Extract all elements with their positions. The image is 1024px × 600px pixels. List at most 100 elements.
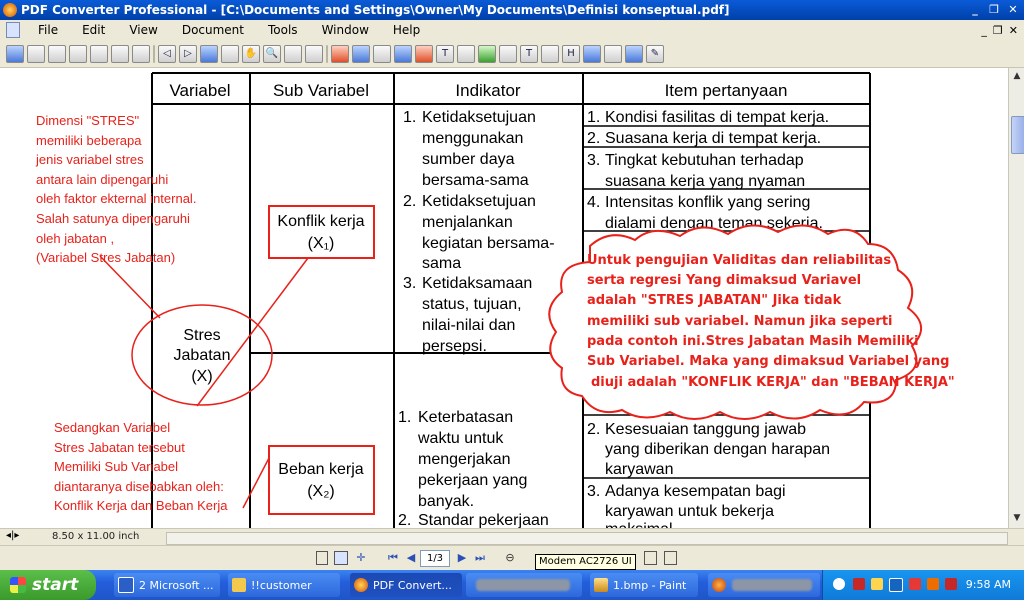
document-icon[interactable]: [6, 22, 20, 38]
window-title: PDF Converter Professional - [C:\Documen…: [21, 3, 730, 17]
scroll-down-arrow-icon[interactable]: ▼: [1011, 512, 1023, 524]
document-properties-icon[interactable]: [69, 44, 87, 63]
header-icon[interactable]: H: [562, 44, 580, 63]
security-icon[interactable]: [909, 578, 921, 590]
taskbar-item-folder[interactable]: !!customer: [228, 573, 340, 597]
menu-document[interactable]: Document: [170, 23, 256, 37]
open-folder-icon[interactable]: [27, 44, 45, 63]
tray-arrow-icon[interactable]: [833, 578, 845, 590]
menu-view[interactable]: View: [117, 23, 169, 37]
copy-icon[interactable]: [221, 44, 239, 63]
scroll-up-arrow-icon[interactable]: ▲: [1011, 70, 1023, 82]
print-icon[interactable]: [90, 44, 108, 63]
menu-tools[interactable]: Tools: [256, 23, 310, 37]
office-icon[interactable]: [927, 578, 939, 590]
menu-edit[interactable]: Edit: [70, 23, 117, 37]
antivirus-icon[interactable]: [945, 578, 957, 590]
text-select-icon[interactable]: T: [436, 44, 454, 63]
network-icon[interactable]: [853, 578, 865, 590]
highlight-icon[interactable]: [331, 44, 349, 63]
annotation-left-bottom: Sedangkan Variabel Stres Jabatan tersebu…: [54, 420, 228, 513]
item-text: maksimal: [605, 521, 673, 528]
snapshot-icon[interactable]: [305, 44, 323, 63]
variable-line-3: (X): [191, 368, 212, 385]
hand-tool-icon[interactable]: ✋: [242, 44, 260, 63]
stamp-icon[interactable]: [415, 44, 433, 63]
doc-restore-button[interactable]: ❐: [993, 24, 1003, 37]
create-pdf-icon[interactable]: [6, 44, 24, 63]
document-view[interactable]: Variabel Sub Variabel Indikator Item per…: [0, 68, 1008, 528]
signal-icon[interactable]: [871, 578, 883, 590]
first-page-icon[interactable]: ⏮: [386, 551, 400, 565]
taskbar-item-firefox[interactable]: [708, 573, 820, 597]
indikator-2-line: Ketidaksetujuan: [422, 193, 536, 210]
annotation-line: memiliki beberapa: [36, 133, 142, 148]
form-field-icon[interactable]: [394, 44, 412, 63]
indikator-group-2: 1. Keterbatasan waktu untuk mengerjakan …: [398, 409, 549, 528]
zoom-icon[interactable]: 🔍: [263, 44, 281, 63]
typewriter-icon[interactable]: [457, 44, 475, 63]
tools-icon[interactable]: [132, 44, 150, 63]
facing-pages-icon[interactable]: ✛: [354, 551, 368, 565]
doc-minimize-button[interactable]: _: [981, 24, 987, 37]
doc-close-button[interactable]: ✕: [1009, 24, 1018, 37]
item-text: Kesesuaian tanggung jawab: [605, 421, 806, 438]
zoom-out-icon[interactable]: ⊖: [503, 551, 517, 565]
pencil-icon[interactable]: ✎: [646, 44, 664, 63]
strikeout-icon[interactable]: [352, 44, 370, 63]
title-bar: PDF Converter Professional - [C:\Documen…: [0, 0, 1024, 20]
split-view-icon[interactable]: ◂|▸: [6, 530, 19, 541]
single-page-icon[interactable]: [316, 551, 328, 565]
shape-icon[interactable]: [583, 44, 601, 63]
back-arrow-icon[interactable]: ◁: [158, 44, 176, 63]
fit-width-icon[interactable]: [664, 551, 677, 565]
taskbar: start 2 Microsoft ... !!customer PDF Con…: [0, 570, 1024, 600]
crop-icon[interactable]: [373, 44, 391, 63]
taskbar-item-redacted[interactable]: [466, 573, 582, 597]
minimize-button[interactable]: _: [967, 3, 983, 17]
attach-icon[interactable]: [604, 44, 622, 63]
variable-line-2: Jabatan: [174, 347, 231, 364]
forward-arrow-icon[interactable]: ▷: [179, 44, 197, 63]
taskbar-item-word[interactable]: 2 Microsoft ...: [114, 573, 220, 597]
navigation-bar: ✛ ⏮ ◀ 1/3 ▶ ⏭ ⊖: [0, 545, 1024, 571]
note-icon[interactable]: [541, 44, 559, 63]
close-button[interactable]: ✕: [1005, 3, 1021, 17]
annotation-left-top: Dimensi "STRES" memiliki beberapa jenis …: [35, 113, 196, 265]
item-number: 4.: [587, 194, 600, 211]
item-number: 2.: [587, 130, 600, 147]
bluetooth-icon[interactable]: [889, 578, 903, 592]
start-button[interactable]: start: [0, 570, 96, 600]
taskbar-item-paint[interactable]: 1.bmp - Paint: [590, 573, 698, 597]
redacted-label: [476, 579, 570, 591]
scissors-icon[interactable]: [111, 44, 129, 63]
taskbar-item-label: PDF Convert...: [373, 578, 452, 592]
indikator-b1-line: mengerjakan: [418, 451, 511, 468]
continuous-page-icon[interactable]: [334, 551, 348, 565]
sub-variable-1-code: (X₁): [308, 235, 335, 252]
fit-page-icon[interactable]: [644, 551, 657, 565]
restore-button[interactable]: ❐: [986, 3, 1002, 17]
app-icon[interactable]: [3, 3, 17, 17]
cloud-line: Untuk pengujian Validitas dan reliabilit…: [587, 253, 891, 268]
menu-file[interactable]: File: [26, 23, 70, 37]
image-icon[interactable]: [478, 44, 496, 63]
previous-page-icon[interactable]: ◀: [404, 551, 418, 565]
vertical-scrollbar[interactable]: ▲ ▼: [1008, 68, 1024, 528]
next-page-icon[interactable]: ▶: [455, 551, 469, 565]
menu-window[interactable]: Window: [310, 23, 381, 37]
horizontal-scroll-track[interactable]: [166, 532, 1008, 545]
text-box-icon[interactable]: T: [520, 44, 538, 63]
scrollbar-thumb[interactable]: [1011, 116, 1024, 154]
sign-icon[interactable]: [625, 44, 643, 63]
header-item-pertanyaan: Item pertanyaan: [665, 81, 788, 100]
menu-help[interactable]: Help: [381, 23, 432, 37]
link-icon[interactable]: [499, 44, 517, 63]
last-page-icon[interactable]: ⏭: [473, 551, 487, 565]
select-rectangle-icon[interactable]: [284, 44, 302, 63]
save-icon[interactable]: [48, 44, 66, 63]
indikator-1-line: bersama-sama: [422, 172, 529, 189]
page-number-input[interactable]: 1/3: [420, 550, 450, 567]
page-rotate-icon[interactable]: [200, 44, 218, 63]
taskbar-item-pdf-converter[interactable]: PDF Convert...: [350, 573, 462, 597]
